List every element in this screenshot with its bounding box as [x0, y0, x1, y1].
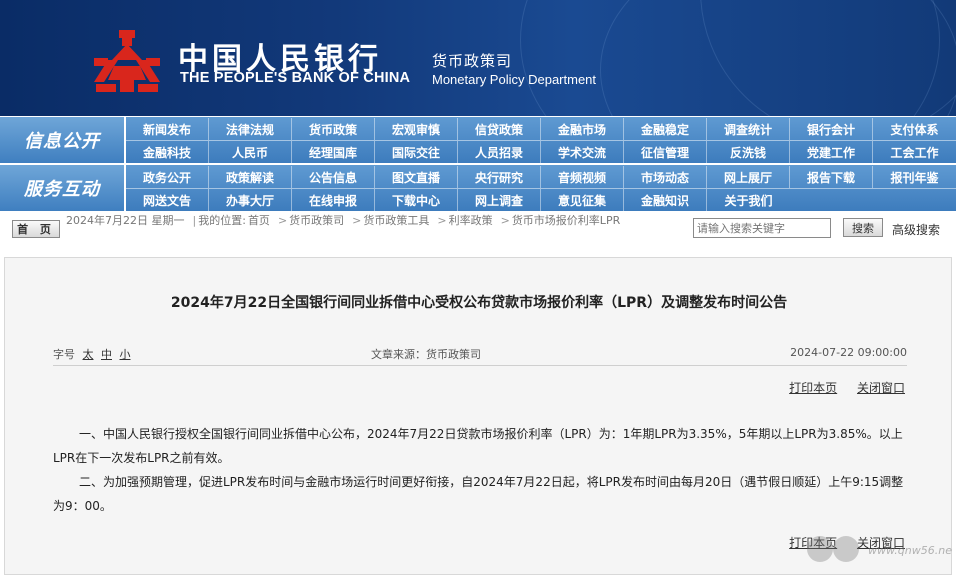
nav-item[interactable]: 银行会计 [790, 118, 873, 140]
search-input[interactable] [693, 218, 831, 238]
breadcrumb-link[interactable]: 利率政策 [449, 214, 493, 227]
breadcrumb-separator: > [277, 214, 288, 227]
nav-item[interactable]: 工会工作 [873, 141, 956, 163]
nav-item[interactable]: 国际交往 [375, 141, 458, 163]
nav-item[interactable]: 政务公开 [126, 166, 209, 188]
site-header: 中国人民银行 THE PEOPLE'S BANK OF CHINA 货币政策司 … [0, 0, 956, 116]
nav-item[interactable]: 关于我们 [707, 189, 790, 211]
nav-item[interactable]: 政策解读 [209, 166, 292, 188]
breadcrumb-separator: > [500, 214, 510, 227]
close-window-link[interactable]: 关闭窗口 [857, 381, 905, 395]
breadcrumb-separator: > [437, 214, 447, 227]
nav-row: 新闻发布 法律法规 货币政策 宏观审慎 信贷政策 金融市场 金融稳定 调查统计 … [126, 118, 956, 140]
breadcrumb-separator: | [192, 214, 197, 227]
nav-item[interactable]: 报告下载 [790, 166, 873, 188]
article-body: 一、中国人民银行授权全国银行间同业拆借中心公布，2024年7月22日贷款市场报价… [53, 422, 909, 518]
nav-item[interactable]: 宏观审慎 [375, 118, 458, 140]
nav-item[interactable]: 党建工作 [790, 141, 873, 163]
nav-item[interactable]: 人民币 [209, 141, 292, 163]
nav-item[interactable]: 报刊年鉴 [873, 166, 956, 188]
nav-row: 金融科技 人民币 经理国库 国际交往 人员招录 学术交流 征信管理 反洗钱 党建… [126, 141, 956, 163]
nav-grid: 政务公开 政策解读 公告信息 图文直播 央行研究 音频视频 市场动态 网上展厅 … [126, 165, 956, 211]
font-size-medium[interactable]: 中 [101, 348, 112, 361]
breadcrumb-separator: > [352, 214, 362, 227]
nav-item[interactable]: 金融稳定 [624, 118, 707, 140]
current-date: 2024年7月22日 星期一 [66, 214, 185, 227]
nav-item[interactable]: 货币政策 [292, 118, 375, 140]
nav-section-label: 服务互动 [0, 165, 124, 211]
nav-item[interactable]: 网上调查 [458, 189, 541, 211]
nav-item[interactable]: 学术交流 [541, 141, 624, 163]
watermark-logo: www.qnw56.net [807, 536, 952, 562]
breadcrumb-link[interactable]: 货币政策司 [289, 214, 344, 227]
location-label: 我的位置: [198, 214, 246, 227]
publish-time: 2024-07-22 09:00:00 [790, 346, 907, 359]
print-page-link[interactable]: 打印本页 [789, 381, 837, 395]
page: 中国人民银行 THE PEOPLE'S BANK OF CHINA 货币政策司 … [0, 0, 956, 580]
font-size-large[interactable]: 太 [83, 348, 94, 361]
home-button[interactable]: 首 页 [12, 220, 60, 238]
nav-item[interactable]: 金融市场 [541, 118, 624, 140]
article-source: 文章来源：货币政策司 [371, 348, 481, 361]
nav-item[interactable]: 网送文告 [126, 189, 209, 211]
department-name-cn: 货币政策司 [432, 52, 513, 70]
nav-item[interactable]: 公告信息 [292, 166, 375, 188]
watermark-text: www.qnw56.net [868, 544, 952, 557]
nav-item[interactable]: 金融科技 [126, 141, 209, 163]
nav-section-service: 服务互动 政务公开 政策解读 公告信息 图文直播 央行研究 音频视频 市场动态 … [0, 165, 956, 211]
advanced-search-link[interactable]: 高级搜索 [892, 221, 940, 238]
font-size-control: 字号 太 中 小 [53, 346, 131, 362]
nav-item[interactable]: 调查统计 [707, 118, 790, 140]
article-panel: 2024年7月22日全国银行间同业拆借中心受权公布贷款市场报价利率（LPR）及调… [4, 257, 952, 575]
article-title: 2024年7月22日全国银行间同业拆借中心受权公布贷款市场报价利率（LPR）及调… [170, 295, 788, 311]
nav-row: 网送文告 办事大厅 在线申报 下载中心 网上调查 意见征集 金融知识 关于我们 [126, 189, 956, 211]
main-navigation: 信息公开 新闻发布 法律法规 货币政策 宏观审慎 信贷政策 金融市场 金融稳定 … [0, 117, 956, 211]
nav-item[interactable]: 征信管理 [624, 141, 707, 163]
nav-item[interactable]: 市场动态 [624, 166, 707, 188]
nav-item[interactable]: 下载中心 [375, 189, 458, 211]
nav-row: 政务公开 政策解读 公告信息 图文直播 央行研究 音频视频 市场动态 网上展厅 … [126, 166, 956, 188]
nav-item[interactable]: 在线申报 [292, 189, 375, 211]
breadcrumb: 2024年7月22日 星期一 | 我的位置: 首页 > 货币政策司 > 货币政策工具 > 利率政策… [66, 214, 686, 227]
article-meta: 字号 太 中 小 文章来源：货币政策司 2024-07-22 09:00:00 [53, 346, 907, 362]
bank-name-en: THE PEOPLE'S BANK OF CHINA [180, 70, 411, 86]
nav-item[interactable]: 支付体系 [873, 118, 956, 140]
nav-item[interactable]: 信贷政策 [458, 118, 541, 140]
nav-item[interactable]: 图文直播 [375, 166, 458, 188]
article-paragraph: 一、中国人民银行授权全国银行间同业拆借中心公布，2024年7月22日贷款市场报价… [53, 427, 903, 465]
nav-item[interactable]: 音频视频 [541, 166, 624, 188]
nav-item[interactable]: 经理国库 [292, 141, 375, 163]
breadcrumb-link[interactable]: 首页 [248, 214, 270, 227]
nav-item[interactable]: 反洗钱 [707, 141, 790, 163]
font-size-label: 字号 [53, 348, 75, 361]
nav-section-info: 信息公开 新闻发布 法律法规 货币政策 宏观审慎 信贷政策 金融市场 金融稳定 … [0, 117, 956, 163]
nav-item[interactable]: 意见征集 [541, 189, 624, 211]
search-button[interactable]: 搜索 [843, 218, 883, 237]
nav-section-label: 信息公开 [0, 117, 124, 163]
breadcrumb-link[interactable]: 货币市场报价利率LPR [512, 214, 620, 227]
font-size-small[interactable]: 小 [120, 348, 131, 361]
nav-item[interactable]: 新闻发布 [126, 118, 209, 140]
breadcrumb-link[interactable]: 货币政策工具 [363, 214, 429, 227]
pboc-emblem-icon[interactable] [92, 30, 162, 92]
breadcrumb-bar: 首 页 2024年7月22日 星期一 | 我的位置: 首页 > 货币政策司 > 货币政策工具 >… [0, 213, 956, 243]
article-tools-top: 打印本页 关闭窗口 [773, 379, 905, 396]
nav-item[interactable]: 法律法规 [209, 118, 292, 140]
nav-grid: 新闻发布 法律法规 货币政策 宏观审慎 信贷政策 金融市场 金融稳定 调查统计 … [126, 117, 956, 163]
divider [53, 365, 907, 366]
article-paragraph: 二、为加强预期管理，促进LPR发布时间与金融市场运行时间更好衔接，自2024年7… [53, 475, 904, 513]
nav-item[interactable]: 办事大厅 [209, 189, 292, 211]
nav-item[interactable]: 金融知识 [624, 189, 707, 211]
department-name-en: Monetary Policy Department [432, 72, 597, 87]
nav-item[interactable]: 央行研究 [458, 166, 541, 188]
nav-item[interactable]: 网上展厅 [707, 166, 790, 188]
nav-item[interactable]: 人员招录 [458, 141, 541, 163]
